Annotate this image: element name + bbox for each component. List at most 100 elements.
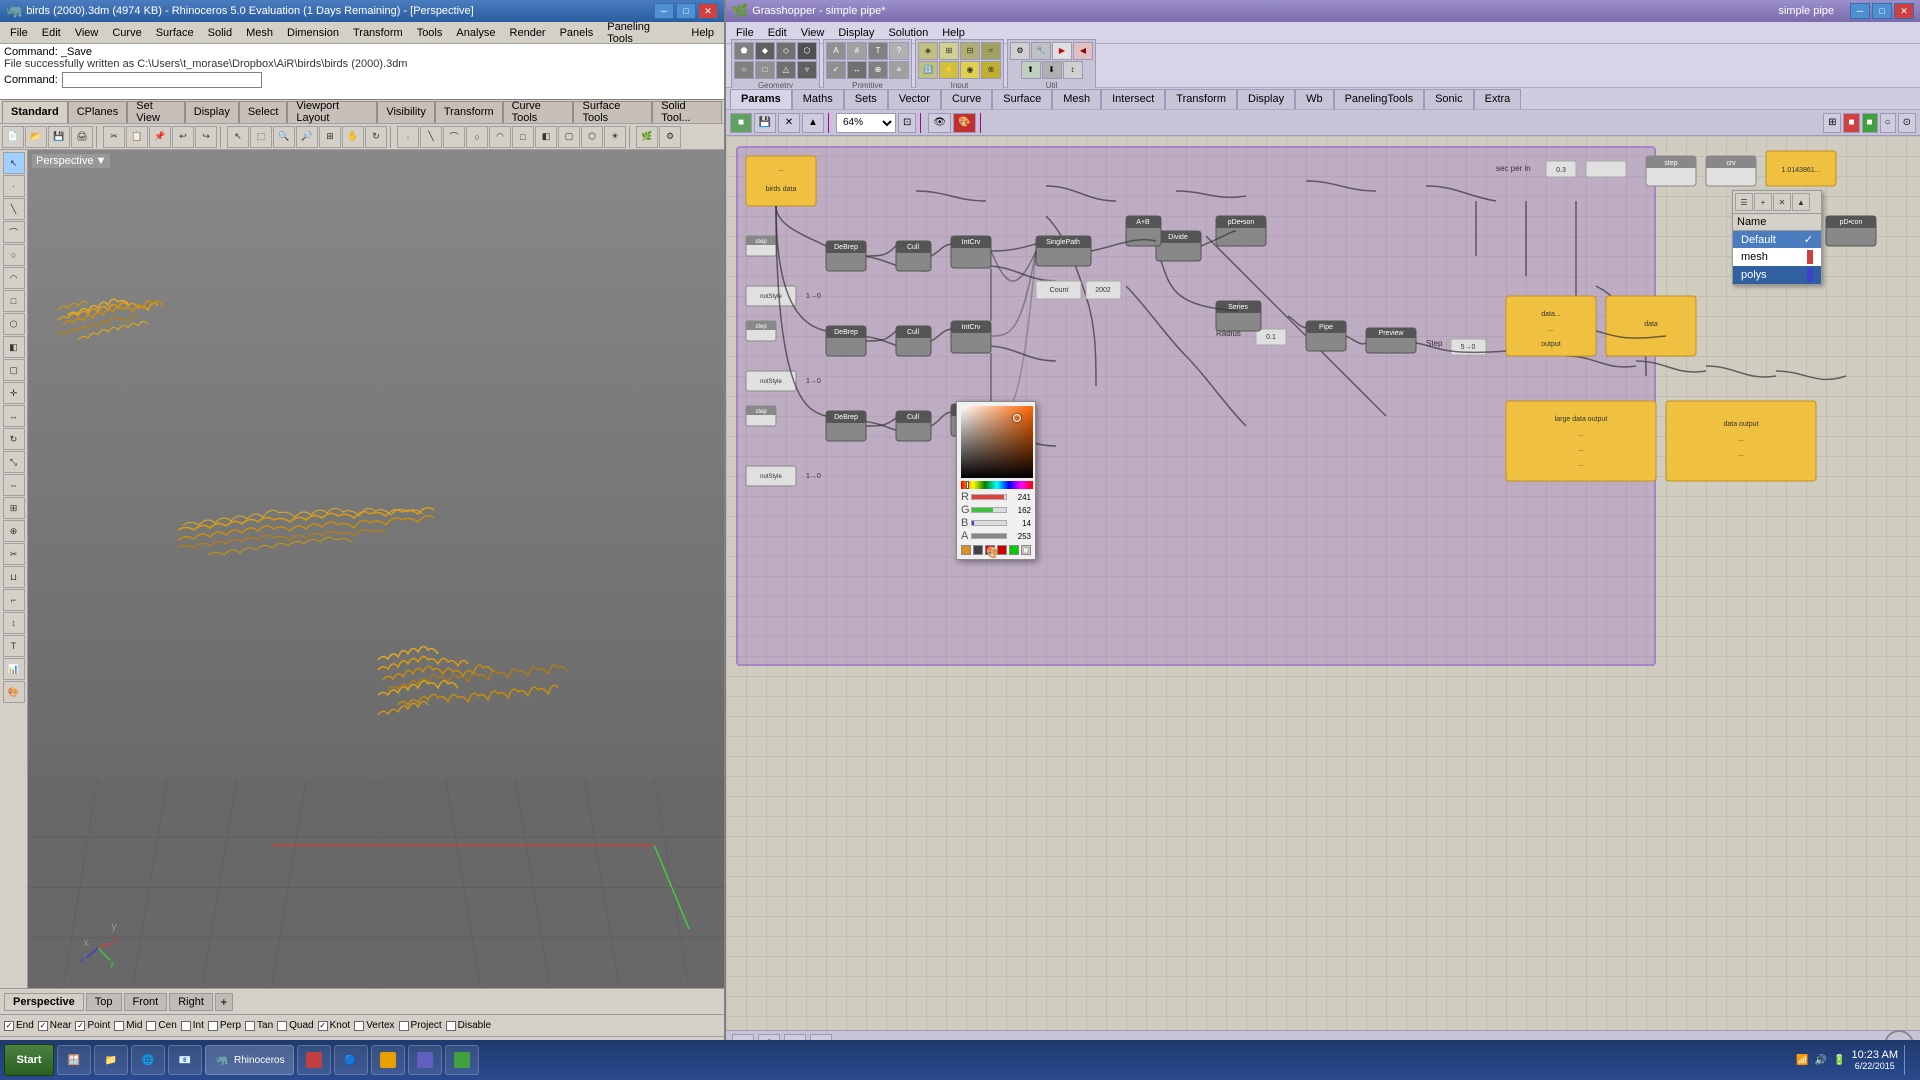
gh-maximize-btn[interactable]: □ [1872, 3, 1892, 19]
rhino-menu-edit[interactable]: Edit [36, 25, 67, 41]
color-gradient-area[interactable] [961, 406, 1033, 478]
swatch-red[interactable] [997, 545, 1007, 555]
side-poly-btn[interactable]: ⬡ [3, 313, 25, 335]
tb-rotate[interactable]: ↻ [365, 126, 387, 148]
tb-surface[interactable]: ◧ [535, 126, 557, 148]
gh-btn-geo1[interactable]: ⬟ [734, 42, 754, 60]
gh-btn-geo7[interactable]: △ [776, 61, 796, 79]
rhino-menu-surface[interactable]: Surface [150, 25, 200, 41]
rhino-menu-file[interactable]: File [4, 25, 34, 41]
tb-pan[interactable]: ✋ [342, 126, 364, 148]
snap-cen[interactable]: Cen [146, 1020, 176, 1031]
gh-btn-geo5[interactable]: ○ [734, 61, 754, 79]
taskbar-item-app3[interactable] [408, 1045, 442, 1075]
side-render-btn[interactable]: 🎨 [3, 681, 25, 703]
gh-btn-util4[interactable]: ◀ [1073, 42, 1093, 60]
gh-tab-params[interactable]: Params [730, 89, 792, 109]
rhino-menu-help[interactable]: Help [685, 25, 720, 41]
swatch-copy[interactable]: 📋 [1021, 545, 1031, 555]
side-rotate-btn[interactable]: ↻ [3, 428, 25, 450]
side-transform-btn[interactable]: ✛ [3, 382, 25, 404]
tab-select[interactable]: Select [239, 101, 288, 123]
snap-tan[interactable]: Tan [245, 1020, 273, 1031]
tb-open[interactable]: 📂 [25, 126, 47, 148]
snap-project[interactable]: Project [399, 1020, 442, 1031]
gh-btn-input3[interactable]: ⊟ [960, 42, 980, 60]
tb-line[interactable]: ╲ [420, 126, 442, 148]
gh-btn-input2[interactable]: ⊞ [939, 42, 959, 60]
side-scale-btn[interactable]: ⤡ [3, 451, 25, 473]
side-arc-btn[interactable]: ◠ [3, 267, 25, 289]
gh-btn-geo8[interactable]: ▿ [797, 61, 817, 79]
tab-display[interactable]: Display [185, 101, 239, 123]
gh-close-btn[interactable]: ✕ [1894, 3, 1914, 19]
gh-canvas-btn-right4[interactable]: ○ [1880, 113, 1896, 133]
side-point-btn[interactable]: · [3, 175, 25, 197]
gh-btn-input7[interactable]: ◉ [960, 61, 980, 79]
gh-canvas-btn-eye[interactable]: 👁 [928, 113, 951, 133]
tab-visibility[interactable]: Visibility [377, 101, 435, 123]
snap-near[interactable]: Near [38, 1020, 72, 1031]
tab-curve-tools[interactable]: Curve Tools [503, 101, 574, 123]
gh-tab-intersect[interactable]: Intersect [1101, 89, 1165, 109]
swatch-dark[interactable] [973, 545, 983, 555]
snap-disable[interactable]: Disable [446, 1020, 491, 1031]
gh-canvas-btn-close[interactable]: ✕ [778, 113, 800, 133]
taskbar-item-mail[interactable]: 📧 [168, 1045, 202, 1075]
snap-point[interactable]: Point [75, 1020, 110, 1031]
gh-tab-sonic[interactable]: Sonic [1424, 89, 1474, 109]
taskbar-item-app2[interactable] [371, 1045, 405, 1075]
rhino-menu-panels[interactable]: Panels [554, 25, 600, 41]
tb-zoom-in[interactable]: 🔍 [273, 126, 295, 148]
taskbar-show-desktop[interactable] [1904, 1045, 1908, 1075]
gh-btn-input6[interactable]: ⚡ [939, 61, 959, 79]
color-hue-bar[interactable] [961, 481, 1033, 489]
rhino-menu-dimension[interactable]: Dimension [281, 25, 345, 41]
start-button[interactable]: Start [4, 1044, 54, 1076]
color-a-bar[interactable] [971, 533, 1007, 539]
rhino-menu-transform[interactable]: Transform [347, 25, 409, 41]
side-text-btn[interactable]: T [3, 635, 25, 657]
gh-btn-util3[interactable]: ▶ [1052, 42, 1072, 60]
side-rect-btn[interactable]: □ [3, 290, 25, 312]
gh-zoom-select[interactable]: 64% 100% 75% 50% [836, 113, 896, 133]
gh-minimize-btn[interactable]: ─ [1850, 3, 1870, 19]
tb-select[interactable]: ↖ [227, 126, 249, 148]
gh-tab-sets[interactable]: Sets [844, 89, 888, 109]
gh-btn-util6[interactable]: ⬇ [1042, 61, 1062, 79]
taskbar-item-app4[interactable] [445, 1045, 479, 1075]
tb-copy[interactable]: 📋 [126, 126, 148, 148]
gh-btn-util5[interactable]: ⬆ [1021, 61, 1041, 79]
gh-canvas-btn-expand[interactable]: ▲ [802, 113, 824, 133]
gh-canvas-btn-save[interactable]: 💾 [754, 113, 776, 133]
gh-btn-geo2[interactable]: ◆ [755, 42, 775, 60]
side-move-btn[interactable]: ↔ [3, 405, 25, 427]
tb-redo[interactable]: ↪ [195, 126, 217, 148]
snap-quad[interactable]: Quad [277, 1020, 313, 1031]
rhino-menu-view[interactable]: View [69, 25, 105, 41]
tab-cplanes[interactable]: CPlanes [68, 101, 128, 123]
taskbar-clock[interactable]: 10:23 AM 6/22/2015 [1852, 1049, 1898, 1071]
command-input[interactable] [62, 72, 262, 88]
viewport-label-dropdown[interactable]: Perspective ▼ [32, 154, 110, 168]
rhino-menu-solid[interactable]: Solid [202, 25, 238, 41]
tab-surface-tools[interactable]: Surface Tools [573, 101, 652, 123]
tb-zoom-ext[interactable]: ⊞ [319, 126, 341, 148]
tb-polyline[interactable]: ⌒ [443, 126, 465, 148]
taskbar-item-app1[interactable] [297, 1045, 331, 1075]
taskbar-item-windows[interactable]: 🪟 [57, 1045, 91, 1075]
gh-tab-maths[interactable]: Maths [792, 89, 844, 109]
tb-extrude[interactable]: ▢ [558, 126, 580, 148]
tab-solid-tool[interactable]: Solid Tool... [652, 101, 722, 123]
tb-rect[interactable]: □ [512, 126, 534, 148]
gh-canvas-btn-right3[interactable]: ■ [1862, 113, 1878, 133]
gh-tab-extra[interactable]: Extra [1474, 89, 1522, 109]
vp-tab-add-btn[interactable]: + [215, 993, 233, 1011]
snap-knot[interactable]: Knot [318, 1020, 351, 1031]
rhino-menu-paneling[interactable]: Paneling Tools [601, 19, 683, 47]
gh-tab-vector[interactable]: Vector [888, 89, 941, 109]
tb-point[interactable]: · [397, 126, 419, 148]
gh-btn-geo4[interactable]: ⬡ [797, 42, 817, 60]
snap-perp[interactable]: Perp [208, 1020, 241, 1031]
gh-tab-transform[interactable]: Transform [1165, 89, 1237, 109]
